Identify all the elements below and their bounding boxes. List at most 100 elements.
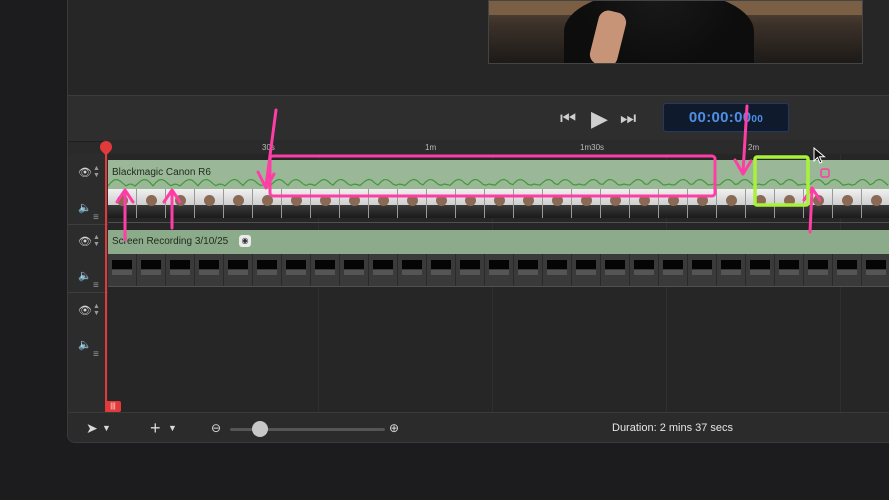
ruler-tick-2m: 2m (748, 143, 760, 152)
chevron-updown-icon[interactable]: ▲ ▼ (93, 165, 100, 179)
skip-forward-icon[interactable]: ⏭ (620, 96, 636, 141)
clip-thumbnail (108, 189, 137, 218)
clip-thumbnail (717, 189, 746, 218)
arrow-cursor-icon[interactable]: ➤ (86, 413, 98, 442)
clip-frame (601, 254, 630, 286)
clip-title: Screen Recording 3/10/25 (112, 236, 229, 247)
clip-thumbnail (427, 189, 456, 218)
header-divider (68, 292, 108, 293)
clip-thumbnail (688, 189, 717, 218)
transport-bar: ⏮ ▶ ⏭ 00:00:0000 (68, 95, 889, 142)
clip-frame (485, 254, 514, 286)
clip-thumbnail (224, 189, 253, 218)
clip-frame (688, 254, 717, 286)
chevron-down-icon[interactable]: ▼ (168, 413, 177, 442)
preview-video[interactable] (488, 0, 863, 64)
track-headers: 👁 ▲ ▼ 🔈 ≡ 👁 ▲ ▼ 🔈 ≡ 👁 ▲ ▼ 🔈 ≡ (68, 154, 109, 412)
skip-back-icon[interactable]: ⏮ (560, 96, 576, 141)
clip-frame (311, 254, 340, 286)
chevron-updown-icon[interactable]: ▲ ▼ (93, 234, 100, 248)
clip-thumbnail (601, 189, 630, 218)
clip-thumbnail (659, 189, 688, 218)
ruler-tick-30s: 30s (262, 143, 275, 152)
clip-thumbnail (166, 189, 195, 218)
clip-frame (166, 254, 195, 286)
zoom-in-icon[interactable]: ⊕ (389, 413, 399, 442)
clip-frame (746, 254, 775, 286)
clip-frame (514, 254, 543, 286)
timecode-display[interactable]: 00:00:0000 (663, 103, 789, 132)
clip-thumbnail (862, 189, 889, 218)
header-divider (68, 224, 108, 225)
clip-frame (398, 254, 427, 286)
plus-icon[interactable]: + (150, 413, 161, 442)
ruler-tick-1m: 1m (425, 143, 437, 152)
clip-frame (833, 254, 862, 286)
editor-window: ⏮ ▶ ⏭ 00:00:0000 30s 1m 1m30s 2m 👁 ▲ ▼ 🔈 … (67, 0, 889, 443)
clip-thumbnail (543, 189, 572, 218)
clip-thumbnail (775, 189, 804, 218)
clip-frame (427, 254, 456, 286)
clip-frame (253, 254, 282, 286)
clip-frame (717, 254, 746, 286)
timecode-main: 00:00:00 (688, 109, 752, 126)
audio-waveform (108, 178, 889, 187)
bottom-toolbar: ➤ ▼ + ▼ ⊖ ⊕ Duration: 2 mins 37 secs (68, 412, 889, 442)
timeline-tracks[interactable]: Blackmagic Canon R6 Screen Recording 3/1… (108, 154, 889, 412)
clip-frame (572, 254, 601, 286)
clip-frame (659, 254, 688, 286)
track-separator (108, 286, 889, 287)
play-icon[interactable]: ▶ (591, 96, 608, 141)
mouse-cursor-icon (813, 147, 826, 164)
clip-thumbnail (137, 189, 166, 218)
clip-thumbnail (282, 189, 311, 218)
clip-frames (108, 254, 889, 286)
clip-thumbnail (253, 189, 282, 218)
track-separator (108, 222, 889, 223)
clip-frame (224, 254, 253, 286)
clip-frame (456, 254, 485, 286)
clip-thumbnail (630, 189, 659, 218)
track-menu-icon[interactable]: ≡ (93, 349, 99, 360)
clip-frame (137, 254, 166, 286)
clip-screen-recording[interactable]: Screen Recording 3/10/25 ◉ (108, 230, 889, 286)
clip-thumbnails (108, 189, 889, 218)
clip-thumbnail (195, 189, 224, 218)
clip-frame (862, 254, 889, 286)
timeline-ruler[interactable]: 30s 1m 1m30s 2m (108, 140, 889, 155)
playhead-bottom-handle[interactable]: ||| (105, 401, 121, 412)
clip-blackmagic-canon[interactable]: Blackmagic Canon R6 (108, 160, 889, 218)
clip-thumbnail (340, 189, 369, 218)
clip-thumbnail (369, 189, 398, 218)
clip-thumbnail (485, 189, 514, 218)
clip-title: Blackmagic Canon R6 (112, 167, 211, 178)
preview-area (68, 0, 889, 95)
clip-frame (804, 254, 833, 286)
clip-thumbnail (456, 189, 485, 218)
app-badge-icon: ◉ (239, 235, 251, 247)
clip-thumbnail (398, 189, 427, 218)
clip-thumbnail (514, 189, 543, 218)
playhead-line[interactable] (105, 147, 107, 412)
track-menu-icon[interactable]: ≡ (93, 212, 99, 223)
zoom-slider-thumb[interactable] (252, 421, 268, 437)
clip-thumbnail (572, 189, 601, 218)
clip-frame (775, 254, 804, 286)
clip-thumbnail (746, 189, 775, 218)
clip-thumbnail (833, 189, 862, 218)
zoom-out-icon[interactable]: ⊖ (211, 413, 221, 442)
clip-frame (340, 254, 369, 286)
clip-frame (630, 254, 659, 286)
timecode-frames: 00 (751, 114, 764, 125)
clip-frame (282, 254, 311, 286)
clip-frame (195, 254, 224, 286)
clip-thumbnail (804, 189, 833, 218)
chevron-down-icon[interactable]: ▼ (102, 413, 111, 442)
ruler-tick-1m30s: 1m30s (580, 143, 605, 152)
chevron-updown-icon[interactable]: ▲ ▼ (93, 303, 100, 317)
duration-label: Duration: 2 mins 37 secs (612, 422, 734, 434)
clip-frame (543, 254, 572, 286)
track-menu-icon[interactable]: ≡ (93, 280, 99, 291)
clip-frame (108, 254, 137, 286)
clip-thumbnail (311, 189, 340, 218)
